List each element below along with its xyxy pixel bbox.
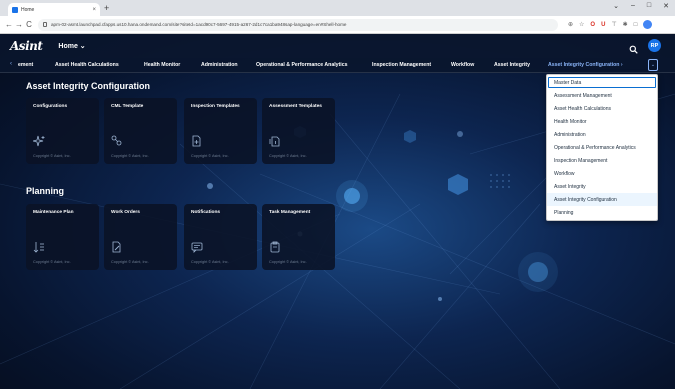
space-navigation-bar: ‹ ement Asset Health Calculations Health… — [0, 58, 675, 73]
tile-configurations[interactable]: Configurations Copyright © Asint, Inc. — [26, 98, 99, 164]
tile-footer: Copyright © Asint, Inc. — [33, 154, 71, 158]
message-icon — [191, 240, 203, 253]
reload-button[interactable]: C — [24, 20, 34, 29]
user-avatar[interactable]: RP — [648, 39, 661, 52]
back-button[interactable]: ← — [4, 20, 14, 29]
overflow-menu: Master Data Assessment Management Asset … — [546, 74, 658, 221]
tile-title: CML Template — [111, 104, 144, 109]
nav-item-asset-health-calculations[interactable]: Asset Health Calculations — [55, 62, 119, 68]
document-add-icon — [191, 134, 203, 147]
url-text: apm-02-asmt.launchpad.cfapps.us10.hana.o… — [51, 22, 347, 27]
bookmark-star-icon[interactable]: ☆ — [579, 21, 584, 28]
search-icon[interactable] — [629, 41, 638, 54]
window-controls: ⌄ – □ ✕ — [613, 2, 669, 10]
nav-item-health-monitor[interactable]: Health Monitor — [144, 62, 180, 68]
tile-footer: Copyright © Asint, Inc. — [111, 260, 149, 264]
close-window-button[interactable]: ✕ — [663, 2, 669, 10]
sidepanel-icon[interactable]: □ — [634, 22, 638, 28]
work-order-edit-icon — [111, 240, 123, 253]
tile-title: Work Orders — [111, 210, 140, 215]
menu-item-asset-integrity[interactable]: Asset Integrity — [547, 180, 657, 193]
nav-item-asset-integrity[interactable]: Asset Integrity — [494, 62, 530, 68]
shell-bar: Asint Home ⌄ RP — [0, 34, 675, 58]
browser-chrome: Home × + ⌄ – □ ✕ ← → C apm-02-asmt.launc… — [0, 0, 675, 34]
nav-item-operational-performance-analytics[interactable]: Operational & Performance Analytics — [256, 62, 347, 68]
nav-scroll-left-icon[interactable]: ‹ — [10, 61, 12, 67]
tile-inspection-templates[interactable]: Inspection Templates Copyright © Asint, … — [184, 98, 257, 164]
menu-item-planning[interactable]: Planning — [547, 206, 657, 219]
sort-list-icon — [33, 240, 45, 253]
tile-title: Assessment Templates — [269, 104, 322, 109]
home-menu-button[interactable]: Home ⌄ — [58, 42, 85, 50]
clipboard-icon — [269, 240, 281, 253]
tab-close-icon[interactable]: × — [92, 7, 96, 13]
zoom-icon[interactable]: ⊕ — [568, 21, 573, 28]
company-logo[interactable]: Asint — [10, 39, 43, 53]
launchpad: Asint Home ⌄ RP ‹ ement Asset Health Cal… — [0, 34, 675, 389]
menu-item-asset-integrity-configuration[interactable]: Asset Integrity Configuration — [547, 193, 657, 206]
browser-profile-icon[interactable] — [643, 20, 653, 29]
browser-tab[interactable]: Home × — [8, 3, 100, 16]
nav-item-administration[interactable]: Administration — [201, 62, 238, 68]
tile-footer: Copyright © Asint, Inc. — [33, 260, 71, 264]
menu-item-operational-performance-analytics[interactable]: Operational & Performance Analytics — [547, 141, 657, 154]
nav-item-inspection-management[interactable]: Inspection Management — [372, 62, 431, 68]
tile-task-management[interactable]: Task Management Copyright © Asint, Inc. — [262, 204, 335, 270]
tile-maintenance-plan[interactable]: Maintenance Plan Copyright © Asint, Inc. — [26, 204, 99, 270]
lock-icon — [43, 22, 47, 27]
tile-cml-template[interactable]: CML Template Copyright © Asint, Inc. — [104, 98, 177, 164]
tile-work-orders[interactable]: Work Orders Copyright © Asint, Inc. — [104, 204, 177, 270]
favicon-icon — [12, 6, 18, 13]
address-bar[interactable]: apm-02-asmt.launchpad.cfapps.us10.hana.o… — [38, 18, 558, 31]
menu-item-administration[interactable]: Administration — [547, 128, 657, 141]
tile-title: Maintenance Plan — [33, 210, 74, 215]
document-copy-icon — [269, 134, 281, 147]
shell-actions: RP — [629, 39, 661, 54]
nav-overflow-button[interactable]: ⌄ — [648, 59, 658, 71]
tab-title: Home — [21, 6, 35, 13]
tile-footer: Copyright © Asint, Inc. — [111, 154, 149, 158]
new-tab-button[interactable]: + — [104, 3, 109, 13]
nav-item-workflow[interactable]: Workflow — [451, 62, 474, 68]
tab-search-icon[interactable]: ⌄ — [613, 2, 619, 10]
tile-footer: Copyright © Asint, Inc. — [191, 154, 229, 158]
tile-footer: Copyright © Asint, Inc. — [191, 260, 229, 264]
tile-title: Notifications — [191, 210, 221, 215]
menu-item-health-monitor[interactable]: Health Monitor — [547, 115, 657, 128]
menu-item-assessment-management[interactable]: Assessment Management — [547, 89, 657, 102]
nav-item-asset-management[interactable]: ement — [18, 62, 33, 68]
tile-title: Inspection Templates — [191, 104, 240, 109]
tile-footer: Copyright © Asint, Inc. — [269, 154, 307, 158]
forward-button[interactable]: → — [14, 20, 24, 29]
nav-item-asset-integrity-configuration[interactable]: Asset Integrity Configuration › — [548, 62, 623, 68]
section-title: Asset Integrity Configuration — [26, 81, 151, 91]
extension-bar: ⊕ ☆ O U ⊤ ✱ □ — [568, 20, 653, 29]
tile-assessment-templates[interactable]: Assessment Templates Copyright © Asint, … — [262, 98, 335, 164]
tab-strip: Home × + ⌄ – □ ✕ — [0, 0, 675, 16]
tile-notifications[interactable]: Notifications Copyright © Asint, Inc. — [184, 204, 257, 270]
extension-t-icon[interactable]: ⊤ — [611, 21, 616, 28]
menu-item-workflow[interactable]: Workflow — [547, 167, 657, 180]
sparkle-icon — [32, 134, 45, 147]
settings-nodes-icon — [111, 134, 123, 146]
tile-footer: Copyright © Asint, Inc. — [269, 260, 307, 264]
menu-item-master-data[interactable]: Master Data — [547, 76, 657, 89]
section-title: Planning — [26, 186, 64, 196]
extension-u-icon[interactable]: U — [601, 22, 605, 28]
browser-toolbar: ← → C apm-02-asmt.launchpad.cfapps.us10.… — [0, 16, 675, 34]
menu-item-asset-health-calculations[interactable]: Asset Health Calculations — [547, 102, 657, 115]
maximize-button[interactable]: □ — [647, 2, 651, 10]
menu-item-inspection-management[interactable]: Inspection Management — [547, 154, 657, 167]
tile-title: Task Management — [269, 210, 311, 215]
tile-title: Configurations — [33, 104, 68, 109]
minimize-button[interactable]: – — [631, 2, 635, 10]
extension-o-icon[interactable]: O — [590, 22, 595, 28]
extensions-puzzle-icon[interactable]: ✱ — [623, 21, 628, 28]
